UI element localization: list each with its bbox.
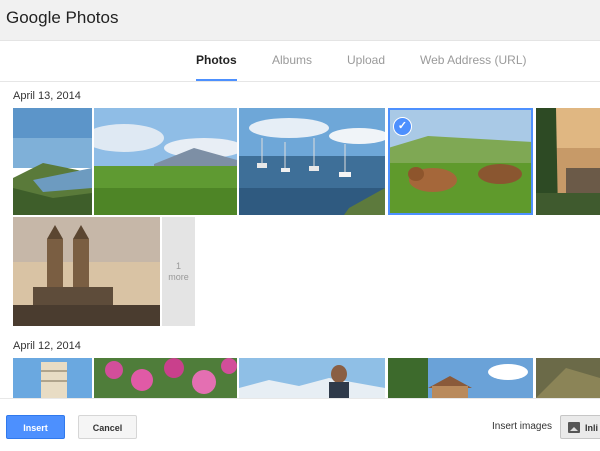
- photo-thumbnail[interactable]: [388, 358, 533, 398]
- inline-option-button[interactable]: Inli: [560, 415, 600, 439]
- photo-thumbnail[interactable]: [94, 358, 237, 398]
- date-heading: April 13, 2014: [13, 90, 81, 102]
- tab-bar: Photos Albums Upload Web Address (URL): [0, 41, 600, 82]
- photo-thumbnail[interactable]: [536, 108, 600, 215]
- cancel-button[interactable]: Cancel: [78, 415, 137, 439]
- tab-web-address[interactable]: Web Address (URL): [420, 53, 526, 67]
- photo-thumbnail[interactable]: [13, 217, 160, 326]
- checkmark-icon: ✓: [393, 117, 412, 136]
- photo-thumbnail[interactable]: [239, 108, 385, 215]
- photo-thumbnail[interactable]: [13, 108, 92, 215]
- more-photos-tile[interactable]: 1 more: [162, 217, 195, 326]
- tab-photos[interactable]: Photos: [196, 53, 237, 67]
- footer-bar: Insert Cancel Insert images Inli: [0, 398, 600, 451]
- tab-albums[interactable]: Albums: [272, 53, 312, 67]
- insert-button[interactable]: Insert: [6, 415, 65, 439]
- tab-upload[interactable]: Upload: [347, 53, 385, 67]
- more-count: 1: [175, 261, 181, 271]
- app-title: Google Photos: [6, 8, 119, 27]
- image-icon: [568, 422, 580, 433]
- photo-thumbnail[interactable]: [94, 108, 237, 215]
- photo-thumbnail[interactable]: [239, 358, 385, 398]
- date-heading: April 12, 2014: [13, 340, 81, 352]
- photo-thumbnail[interactable]: [13, 358, 92, 398]
- insert-images-label: Insert images: [492, 421, 553, 432]
- title-bar: Google Photos: [0, 0, 600, 41]
- inline-option-label: Inli: [585, 423, 598, 433]
- active-tab-indicator: [196, 79, 237, 81]
- more-label: more: [168, 272, 189, 282]
- photo-thumbnail[interactable]: [536, 358, 600, 398]
